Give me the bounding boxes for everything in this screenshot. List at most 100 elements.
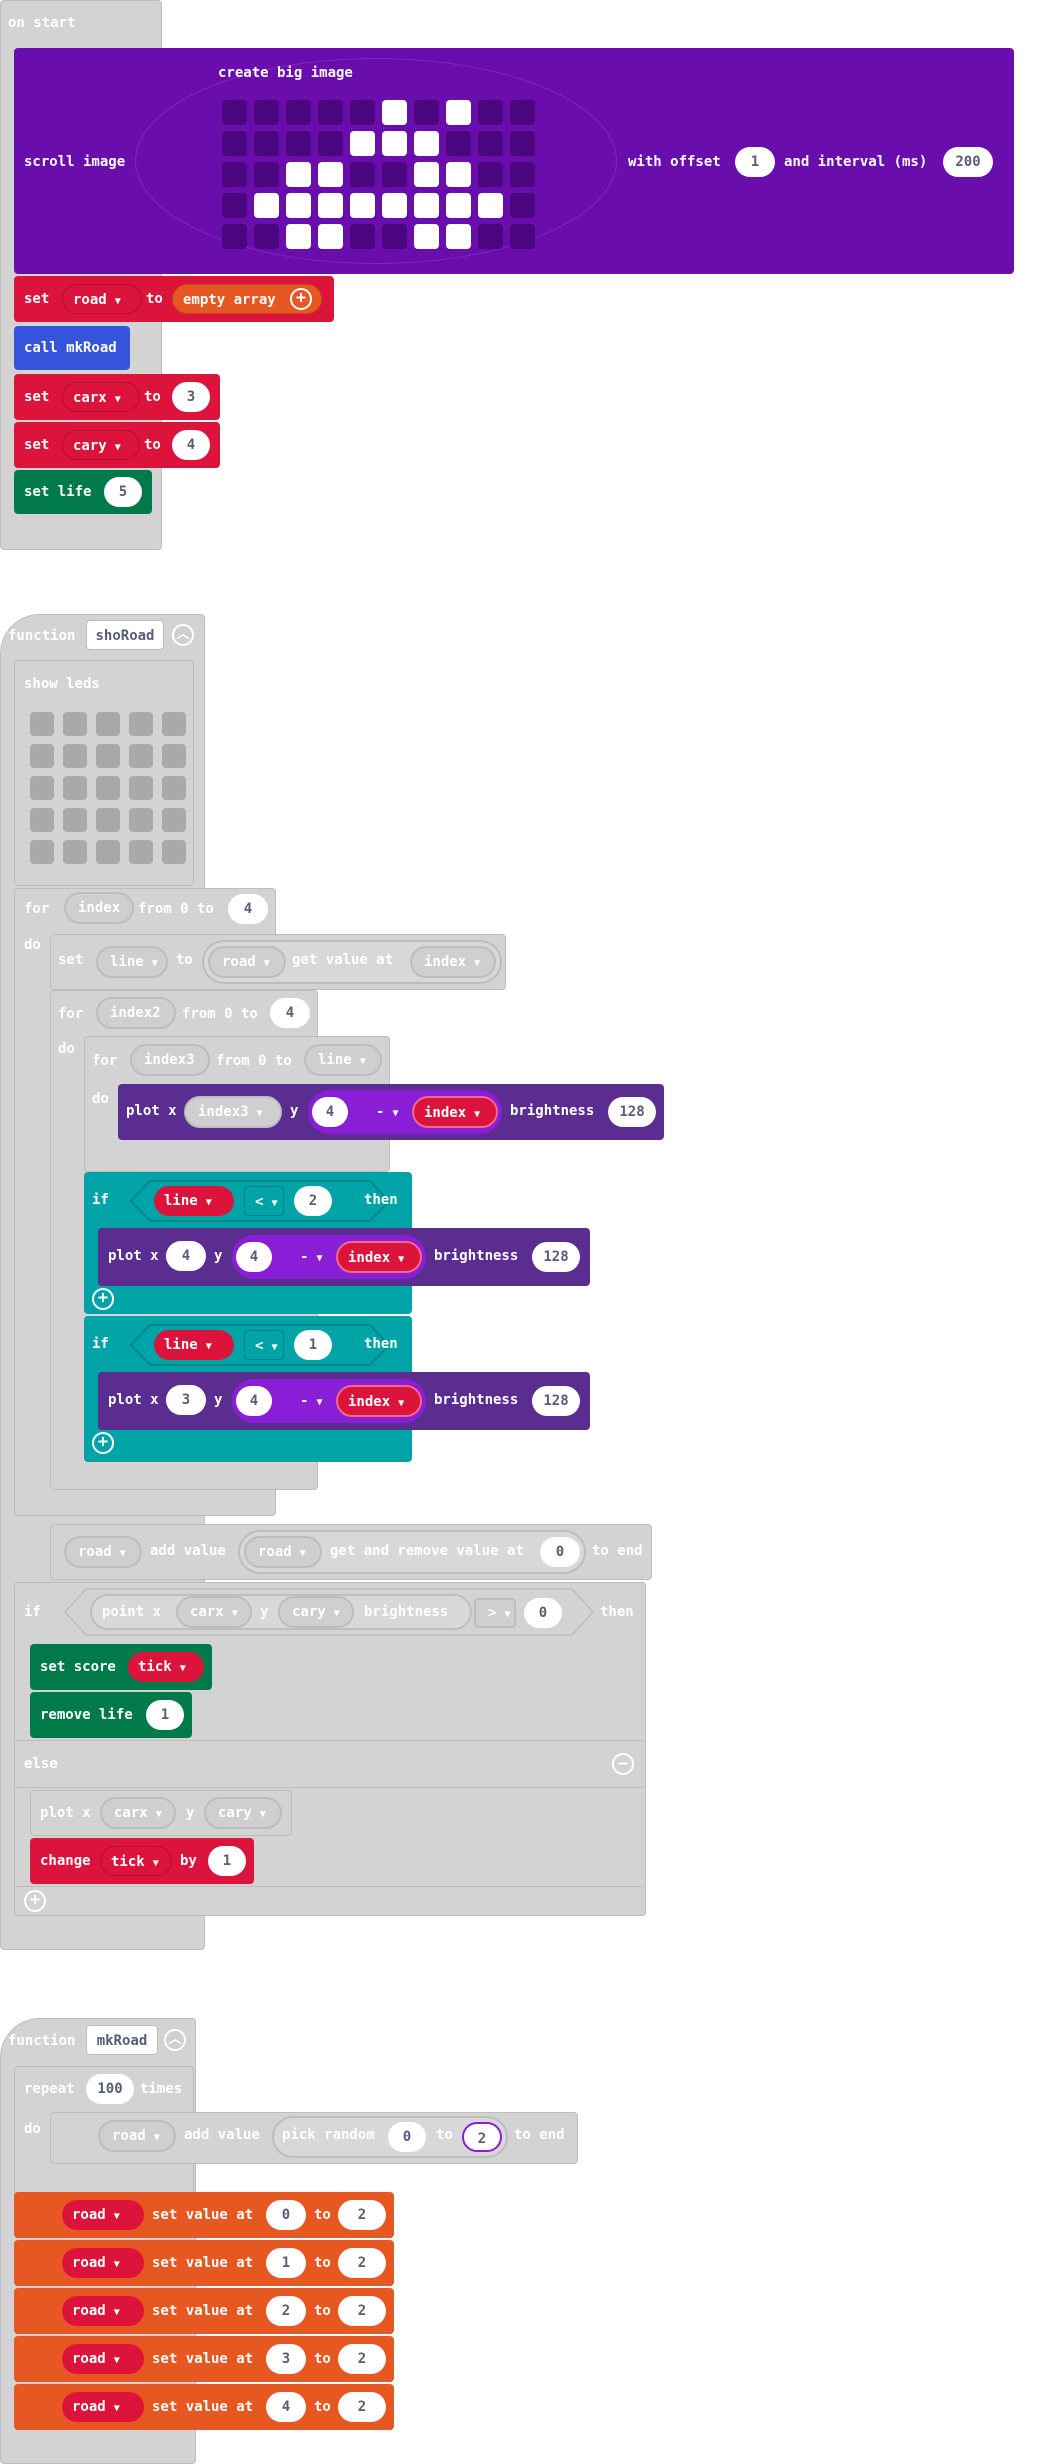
led-cell[interactable] [96,840,120,864]
x-value-input[interactable]: 3 [166,1385,206,1415]
index-variable-dropdown[interactable]: index ▼ [336,1241,422,1273]
led-cell[interactable] [382,193,407,218]
index-input[interactable]: 4 [266,2392,306,2422]
brightness-input[interactable]: 128 [532,1242,580,1272]
carx-value-input[interactable]: 3 [172,382,210,412]
carx-variable-dropdown[interactable]: carx ▼ [62,382,140,412]
led-cell[interactable] [162,776,186,800]
led-cell[interactable] [63,776,87,800]
led-cell[interactable] [162,808,186,832]
road-variable-dropdown[interactable]: road ▼ [62,2200,144,2230]
led-cell[interactable] [382,100,407,125]
led-cell[interactable] [96,744,120,768]
compare-operator-dropdown[interactable]: < ▼ [244,1186,284,1216]
value-input[interactable]: 2 [338,2200,386,2230]
index2-variable[interactable]: index2 [96,997,176,1029]
remove-else-icon[interactable]: − [612,1753,634,1775]
led-cell[interactable] [318,100,343,125]
led-cell[interactable] [414,100,439,125]
led-cell[interactable] [414,131,439,156]
led-cell[interactable] [446,162,471,187]
collapse-chevron-icon[interactable]: ︿ [164,2029,186,2051]
road-variable-dropdown[interactable]: road ▼ [208,946,286,978]
led-cell[interactable] [350,162,375,187]
value-input[interactable]: 2 [338,2344,386,2374]
for-index2-to-input[interactable]: 4 [270,998,310,1028]
collapse-chevron-icon[interactable]: ︿ [172,624,194,646]
road-variable-dropdown[interactable]: road ▼ [62,2392,144,2422]
add-item-icon[interactable]: + [290,288,312,310]
led-cell[interactable] [446,100,471,125]
compare-value-input[interactable]: 2 [294,1186,332,1216]
led-cell[interactable] [446,131,471,156]
led-cell[interactable] [129,840,153,864]
compare-operator-dropdown[interactable]: < ▼ [244,1330,284,1360]
cary-variable-dropdown[interactable]: cary ▼ [62,430,140,460]
line-variable-dropdown[interactable]: line ▼ [154,1186,234,1216]
led-cell[interactable] [286,162,311,187]
line-variable-dropdown[interactable]: line ▼ [96,946,168,978]
led-cell[interactable] [350,193,375,218]
index-variable-dropdown[interactable]: index ▼ [410,946,496,978]
add-else-icon[interactable]: + [92,1432,114,1454]
led-cell[interactable] [63,808,87,832]
led-cell[interactable] [30,744,54,768]
led-cell[interactable] [478,100,503,125]
led-cell[interactable] [129,744,153,768]
road-variable-dropdown[interactable]: road ▼ [62,284,142,314]
interval-input[interactable]: 200 [943,147,993,177]
tick-variable-dropdown[interactable]: tick ▼ [128,1652,204,1682]
led-cell[interactable] [510,100,535,125]
led-cell[interactable] [30,808,54,832]
index-input[interactable]: 1 [266,2248,306,2278]
road-variable-dropdown[interactable]: road ▼ [244,1536,322,1568]
led-cell[interactable] [318,193,343,218]
cary-value-input[interactable]: 4 [172,430,210,460]
led-cell[interactable] [222,162,247,187]
compare-value-input[interactable]: 1 [294,1330,332,1360]
led-cell[interactable] [286,100,311,125]
led-cell[interactable] [129,776,153,800]
brightness-input[interactable]: 128 [532,1386,580,1416]
led-cell[interactable] [222,100,247,125]
value-input[interactable]: 2 [338,2248,386,2278]
number-input[interactable]: 4 [312,1097,348,1127]
add-else-icon[interactable]: + [92,1288,114,1310]
remove-life-input[interactable]: 1 [146,1700,184,1730]
led-cell[interactable] [510,131,535,156]
led-cell[interactable] [222,131,247,156]
led-cell[interactable] [318,131,343,156]
number-input[interactable]: 4 [236,1386,272,1416]
led-cell[interactable] [162,712,186,736]
led-cell[interactable] [96,712,120,736]
offset-input[interactable]: 1 [735,147,775,177]
led-cell[interactable] [382,162,407,187]
random-max-input[interactable]: 2 [462,2122,502,2152]
life-value-input[interactable]: 5 [104,477,142,507]
index-input[interactable]: 2 [266,2296,306,2326]
led-cell[interactable] [286,224,311,249]
led-cell[interactable] [222,193,247,218]
led-cell[interactable] [96,776,120,800]
index-input[interactable]: 3 [266,2344,306,2374]
operator-dropdown[interactable]: - ▼ [290,1242,328,1272]
function-name-input[interactable]: mkRoad [86,2025,158,2055]
led-cell[interactable] [30,840,54,864]
remove-index-input[interactable]: 0 [540,1537,580,1567]
cary-variable-dropdown[interactable]: cary ▼ [204,1797,282,1829]
led-cell[interactable] [30,776,54,800]
led-cell[interactable] [414,224,439,249]
value-input[interactable]: 2 [338,2296,386,2326]
index-variable[interactable]: index [64,892,134,924]
led-cell[interactable] [414,162,439,187]
compare-value-input[interactable]: 0 [524,1598,562,1628]
led-cell[interactable] [382,131,407,156]
led-cell[interactable] [446,193,471,218]
led-cell[interactable] [96,808,120,832]
led-cell[interactable] [286,193,311,218]
road-variable-dropdown[interactable]: road ▼ [64,1536,142,1568]
led-cell[interactable] [318,162,343,187]
led-cell[interactable] [63,712,87,736]
function-name-input[interactable]: shoRoad [86,620,164,650]
for-index-to-input[interactable]: 4 [228,894,268,924]
